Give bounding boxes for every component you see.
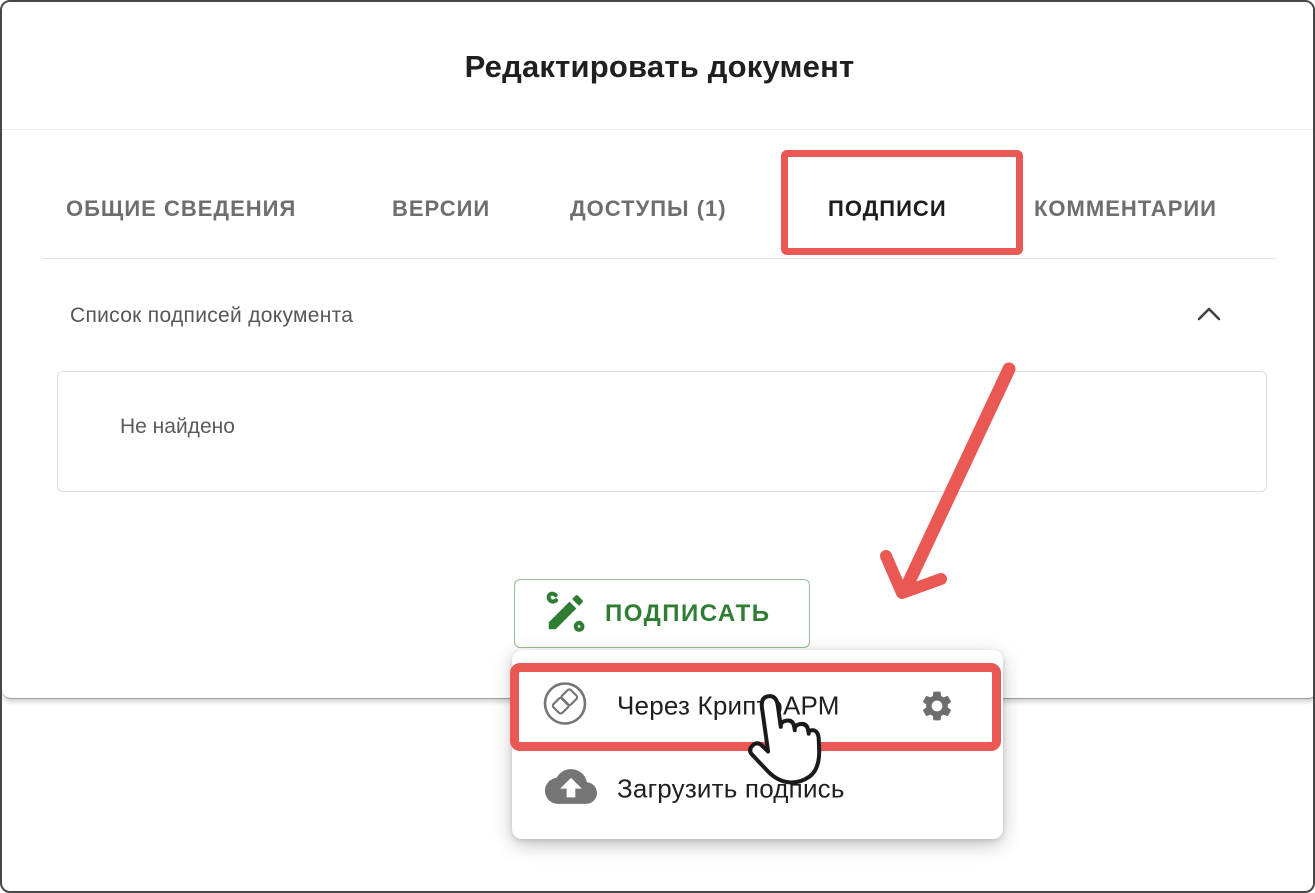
signatures-empty-panel: Не найдено	[57, 371, 1267, 492]
gear-icon[interactable]	[919, 688, 955, 724]
chevron-up-icon	[1196, 310, 1222, 325]
empty-result-text: Не найдено	[120, 415, 235, 439]
cloud-upload-icon	[545, 765, 597, 814]
sign-options-dropdown: Через КриптоАРМ Загрузить подпись	[512, 650, 1003, 839]
tab-comments[interactable]: КОММЕНТАРИИ	[1034, 198, 1217, 220]
tab-signatures[interactable]: ПОДПИСИ	[828, 198, 947, 220]
menu-item-cryptoarm[interactable]: Через КриптоАРМ	[512, 664, 1003, 748]
signatures-list-header: Список подписей документа	[70, 304, 353, 328]
menu-item-label: Через КриптоАРМ	[617, 691, 840, 722]
dialog-title: Редактировать документ	[2, 49, 1315, 85]
menu-item-upload-signature[interactable]: Загрузить подпись	[512, 754, 1003, 824]
collapse-section-button[interactable]	[1192, 300, 1226, 330]
tabs-divider	[42, 258, 1276, 259]
tab-general[interactable]: ОБЩИЕ СВЕДЕНИЯ	[66, 198, 296, 220]
sign-button-label: ПОДПИСАТЬ	[605, 600, 770, 628]
signature-pen-icon	[543, 589, 589, 638]
edit-document-dialog: Редактировать документ ОБЩИЕ СВЕДЕНИЯ ВЕ…	[2, 2, 1315, 699]
cryptoarm-circle-icon	[542, 681, 588, 732]
tab-versions[interactable]: ВЕРСИИ	[392, 198, 490, 220]
screenshot-frame: Редактировать документ ОБЩИЕ СВЕДЕНИЯ ВЕ…	[0, 0, 1315, 893]
sign-button[interactable]: ПОДПИСАТЬ	[514, 579, 810, 648]
title-divider	[2, 129, 1315, 130]
tab-accesses[interactable]: ДОСТУПЫ (1)	[570, 198, 727, 220]
menu-item-label: Загрузить подпись	[617, 774, 845, 805]
